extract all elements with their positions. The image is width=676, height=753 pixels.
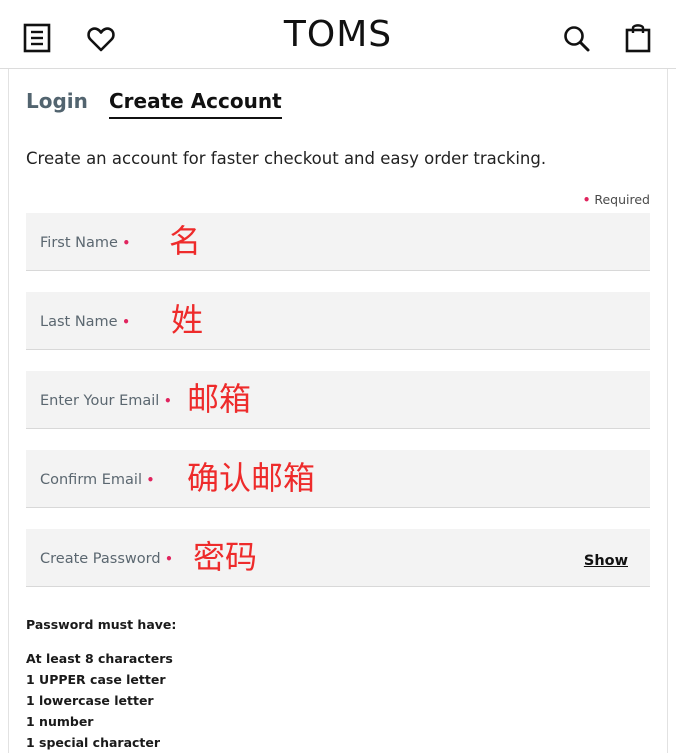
password-field[interactable]: Create Password • 密码 Show: [26, 529, 650, 587]
site-header: TOMS: [0, 0, 676, 69]
required-note: • Required: [583, 192, 650, 207]
confirm-email-annotation: 确认邮箱: [187, 459, 316, 497]
password-rule: 1 UPPER case letter: [26, 672, 166, 687]
shopping-bag-icon[interactable]: [624, 22, 658, 56]
confirm-email-label: Confirm Email •: [40, 472, 155, 488]
email-label: Enter Your Email •: [40, 393, 172, 409]
password-rule: 1 number: [26, 714, 94, 729]
last-name-field[interactable]: Last Name • 姓: [26, 292, 650, 350]
password-requirements-heading: Password must have:: [26, 617, 177, 632]
password-requirements: Password must have: At least 8 character…: [26, 614, 176, 753]
email-field[interactable]: Enter Your Email • 邮箱: [26, 371, 650, 429]
first-name-label: First Name •: [40, 235, 131, 251]
first-name-field[interactable]: First Name • 名: [26, 213, 650, 271]
password-rule: 1 lowercase letter: [26, 693, 154, 708]
password-rule: At least 8 characters: [26, 651, 173, 666]
required-marker: •: [582, 193, 591, 207]
password-label: Create Password •: [40, 551, 173, 567]
intro-text: Create an account for faster checkout an…: [26, 149, 547, 168]
email-annotation: 邮箱: [187, 380, 252, 418]
tab-create-account[interactable]: Create Account: [109, 86, 282, 119]
tab-login[interactable]: Login: [26, 86, 88, 116]
show-password-button[interactable]: Show: [584, 553, 628, 569]
password-rule: 1 special character: [26, 735, 161, 750]
search-icon[interactable]: [562, 24, 596, 58]
first-name-annotation: 名: [169, 222, 202, 260]
password-annotation: 密码: [193, 538, 258, 576]
last-name-annotation: 姓: [171, 301, 204, 339]
confirm-email-field[interactable]: Confirm Email • 确认邮箱: [26, 450, 650, 508]
required-label: Required: [594, 192, 650, 207]
last-name-label: Last Name •: [40, 314, 130, 330]
